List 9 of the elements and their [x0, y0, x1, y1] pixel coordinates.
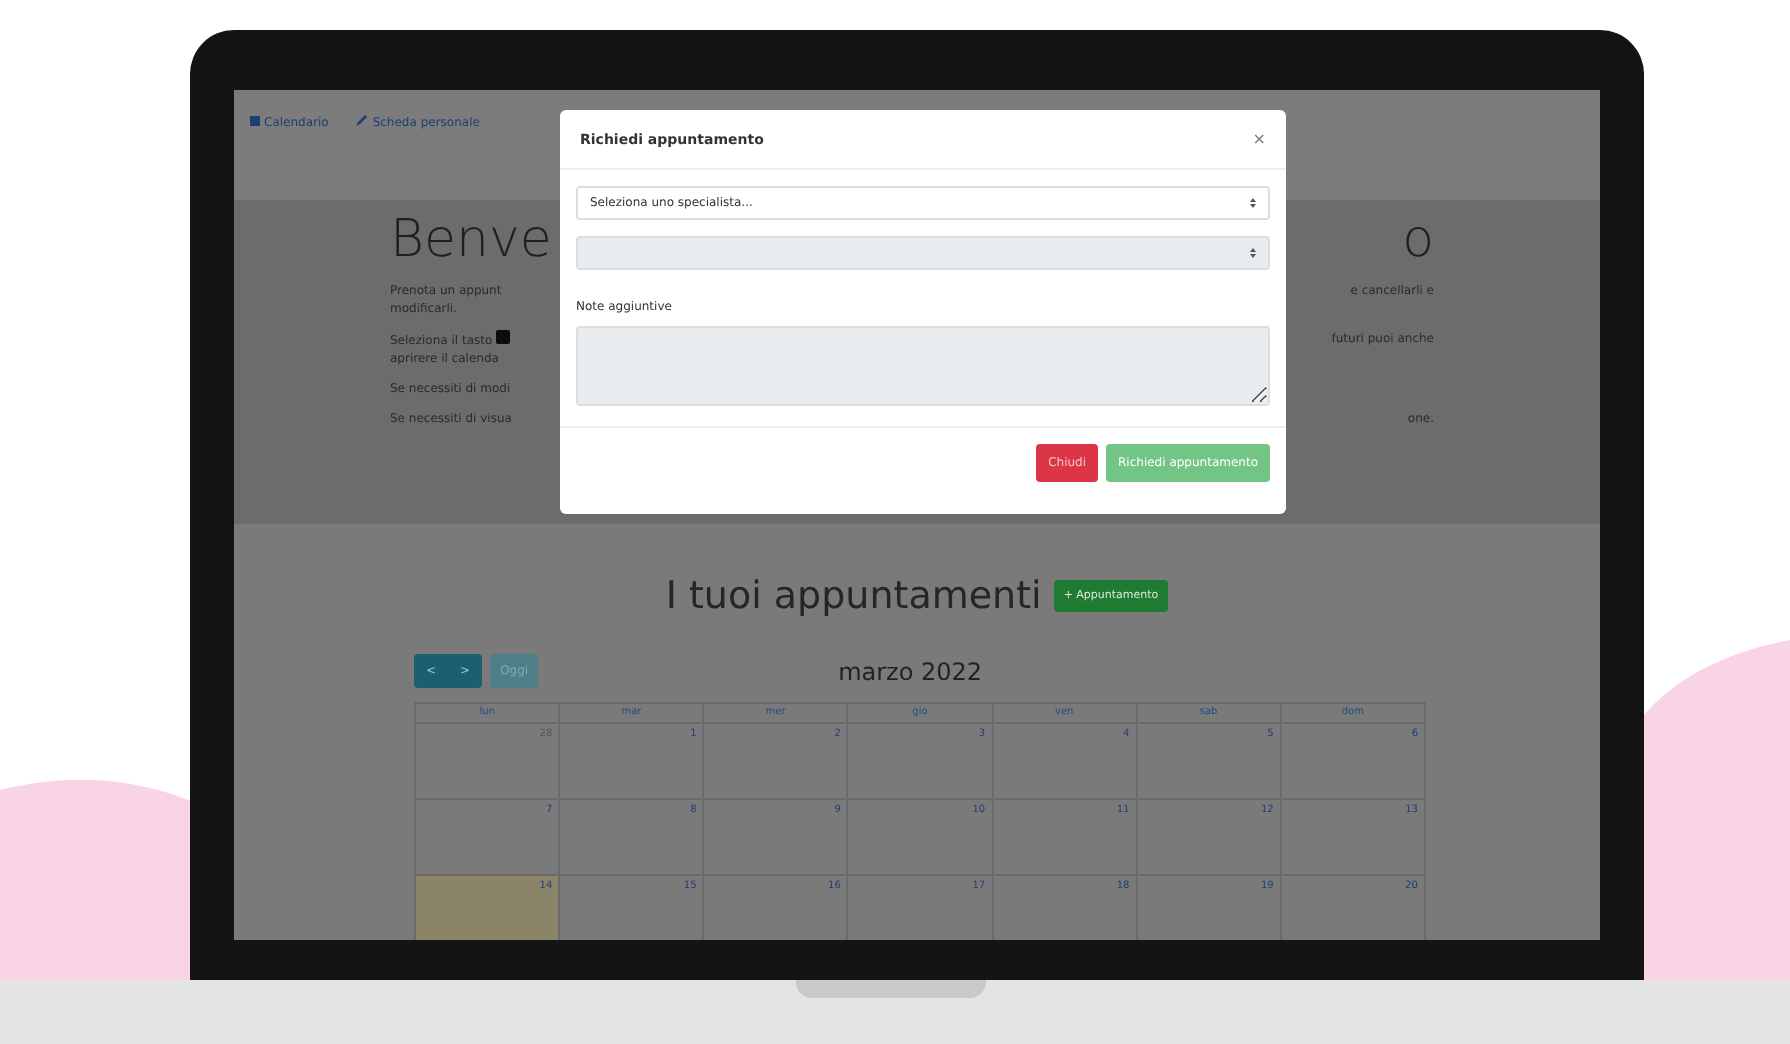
- section-heading: I tuoi appuntamenti: [665, 572, 1042, 622]
- calendar-title: marzo 2022: [838, 655, 983, 689]
- close-button[interactable]: ×: [1252, 132, 1266, 149]
- pencil-icon: [356, 114, 369, 126]
- welcome-heading: Benve: [390, 212, 552, 270]
- welcome-heading: o: [1402, 212, 1434, 270]
- caret-icon: [1250, 247, 1256, 257]
- calendar-icon: [250, 114, 260, 126]
- caret-icon: [1250, 197, 1256, 207]
